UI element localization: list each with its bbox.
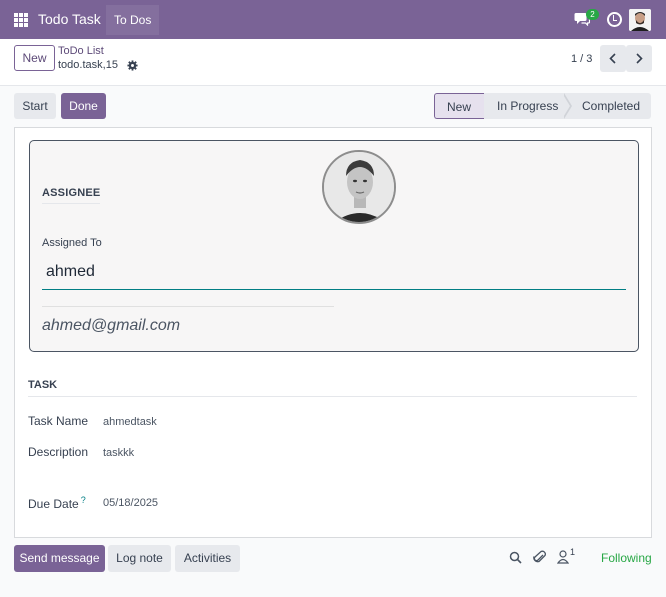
assigned-to-label: Assigned To	[42, 237, 102, 249]
messages-count-badge: 2	[586, 9, 599, 20]
due-date-label-text: Due Date	[28, 497, 79, 511]
chevron-right-icon	[636, 53, 643, 64]
followers-icon[interactable]	[557, 550, 569, 564]
assigned-to-field[interactable]: ahmed	[42, 259, 626, 290]
activities-clock-icon[interactable]	[607, 12, 622, 27]
description-value[interactable]: taskkk	[103, 447, 134, 459]
help-tooltip-icon[interactable]: ?	[81, 495, 86, 505]
search-icon[interactable]	[509, 551, 522, 564]
top-navbar: Todo Task To Dos 2	[0, 0, 666, 39]
task-name-value[interactable]: ahmedtask	[103, 416, 157, 428]
menu-to-dos[interactable]: To Dos	[106, 5, 160, 35]
apps-grid-icon[interactable]	[14, 13, 28, 27]
activities-button[interactable]: Activities	[175, 545, 240, 572]
send-message-button[interactable]: Send message	[14, 545, 105, 572]
assignee-email[interactable]: ahmed@gmail.com	[42, 317, 180, 335]
pager-value[interactable]: 1 / 3	[571, 53, 592, 65]
record-name: todo.task,15	[58, 59, 118, 71]
start-button[interactable]: Start	[14, 93, 56, 119]
stage-in-progress[interactable]: In Progress	[484, 93, 568, 119]
stage-statusbar: New In Progress Completed	[434, 93, 651, 119]
stage-new[interactable]: New	[434, 93, 484, 119]
log-note-button[interactable]: Log note	[108, 545, 171, 572]
control-panel: New ToDo List todo.task,15 1 / 3	[0, 39, 666, 86]
done-button[interactable]: Done	[61, 93, 106, 119]
breadcrumb-todo-list[interactable]: ToDo List	[58, 45, 104, 57]
pager-previous-button[interactable]	[600, 45, 626, 72]
user-avatar[interactable]	[629, 9, 651, 31]
chevron-left-icon	[609, 53, 616, 64]
followers-count: 1	[570, 547, 576, 557]
assignee-photo[interactable]	[322, 150, 396, 224]
due-date-label: Due Date?	[28, 495, 86, 511]
app-name[interactable]: Todo Task	[38, 11, 101, 27]
stage-completed[interactable]: Completed	[568, 93, 651, 119]
form-sheet: ASSIGNEE Assigned To ahmed ahmed@gmail.c…	[14, 127, 652, 538]
assignee-card: ASSIGNEE Assigned To ahmed ahmed@gmail.c…	[29, 140, 639, 352]
task-name-label: Task Name	[28, 414, 89, 428]
due-date-value[interactable]: 05/18/2025	[103, 497, 158, 509]
stage-divider	[562, 93, 570, 119]
email-divider	[42, 306, 334, 307]
following-button[interactable]: Following	[601, 551, 652, 565]
new-button[interactable]: New	[14, 45, 55, 71]
description-label: Description	[28, 445, 89, 459]
gear-icon[interactable]	[127, 60, 138, 71]
paperclip-icon[interactable]	[533, 550, 547, 565]
task-section-title: TASK	[28, 379, 637, 397]
assignee-section-title: ASSIGNEE	[42, 187, 101, 204]
pager-next-button[interactable]	[626, 45, 652, 72]
